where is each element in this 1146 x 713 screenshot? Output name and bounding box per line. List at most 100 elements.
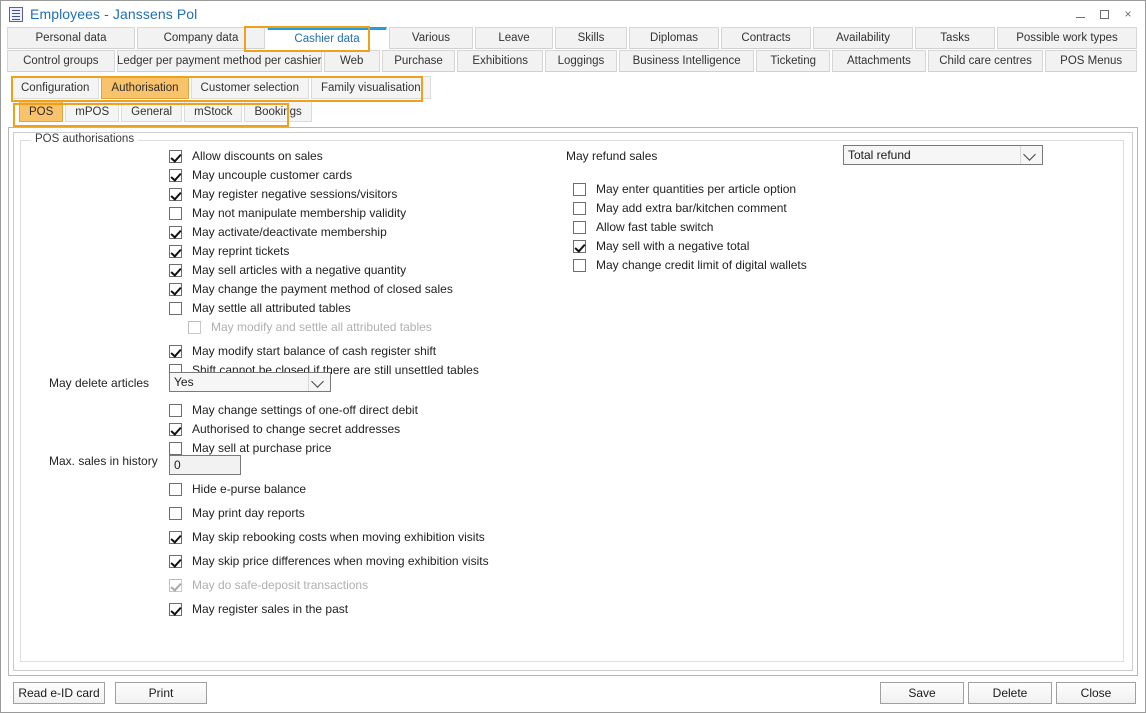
checkbox-row-may-register-sales-in-the-past[interactable]: May register sales in the past [169, 602, 489, 621]
checkbox-row-may-not-manipulate-membership-validity[interactable]: May not manipulate membership validity [169, 206, 479, 225]
tab-label: POS Menus [1060, 55, 1122, 67]
tab-row-primary: Personal dataCompany dataCashier dataVar… [7, 27, 1139, 49]
checkbox-row-may-register-negative-sessions-visitors[interactable]: May register negative sessions/visitors [169, 187, 479, 206]
checkbox-may-modify-start-balance-of-cash-register-shift[interactable] [169, 345, 182, 358]
tab-purchase[interactable]: Purchase [382, 50, 456, 72]
close-button[interactable]: × [1117, 3, 1139, 25]
checkbox-row-may-change-credit-limit-of-digital-wallets[interactable]: May change credit limit of digital walle… [573, 258, 807, 277]
tab-row-secondary: Control groups Ledger per payment method … [7, 50, 1139, 72]
delete-button[interactable]: Delete [968, 682, 1052, 704]
maximize-button[interactable] [1093, 3, 1115, 25]
checkbox-may-activate-deactivate-membership[interactable] [169, 226, 182, 239]
checkbox-label: May sell articles with a negative quanti… [192, 263, 406, 278]
tab-ticketing[interactable]: Ticketing [756, 50, 830, 72]
checkbox-may-change-the-payment-method-of-closed-sales[interactable] [169, 283, 182, 296]
checkbox-authorised-to-change-secret-addresses[interactable] [169, 423, 182, 436]
tab-control-groups[interactable]: Control groups [7, 50, 115, 72]
tab-bookings[interactable]: Bookings [244, 101, 311, 122]
tab-tasks[interactable]: Tasks [915, 27, 995, 49]
tab-leave[interactable]: Leave [475, 27, 553, 49]
checkbox-row-may-sell-articles-with-a-negative-quantity[interactable]: May sell articles with a negative quanti… [169, 263, 479, 282]
checkbox-label: May modify and settle all attributed tab… [211, 320, 432, 335]
tab-attachments[interactable]: Attachments [832, 50, 926, 72]
checkbox-may-print-day-reports[interactable] [169, 507, 182, 520]
checkbox-may-not-manipulate-membership-validity[interactable] [169, 207, 182, 220]
checkbox-may-reprint-tickets[interactable] [169, 245, 182, 258]
tab-pos[interactable]: POS [19, 101, 63, 122]
checkbox-allow-discounts-on-sales[interactable] [169, 150, 182, 163]
checkbox-may-settle-all-attributed-tables[interactable] [169, 302, 182, 315]
checkbox-hide-e-purse-balance[interactable] [169, 483, 182, 496]
checkbox-may-change-settings-of-one-off-direct-debit[interactable] [169, 404, 182, 417]
tab-contracts[interactable]: Contracts [721, 27, 811, 49]
tab-business-intelligence[interactable]: Business Intelligence [619, 50, 754, 72]
tab-availability[interactable]: Availability [813, 27, 913, 49]
checkbox-allow-fast-table-switch[interactable] [573, 221, 586, 234]
tab-configuration[interactable]: Configuration [11, 76, 99, 99]
close-action-button[interactable]: Close [1056, 682, 1136, 704]
tab-child-care-centres[interactable]: Child care centres [928, 50, 1044, 72]
tab-cashier-data[interactable]: Cashier data [267, 27, 387, 49]
tab-possible-work-types[interactable]: Possible work types [997, 27, 1137, 49]
checkbox-row-may-uncouple-customer-cards[interactable]: May uncouple customer cards [169, 168, 479, 187]
checkbox-row-may-sell-with-a-negative-total[interactable]: May sell with a negative total [573, 239, 807, 258]
checkbox-may-sell-at-purchase-price[interactable] [169, 442, 182, 455]
checkbox-may-register-sales-in-the-past[interactable] [169, 603, 182, 616]
footer-bar: Read e-ID card Print Save Delete Close [1, 676, 1145, 712]
tab-label: Attachments [847, 55, 911, 67]
checkbox-row-may-change-settings-of-one-off-direct-debit[interactable]: May change settings of one-off direct de… [169, 403, 418, 422]
checkbox-may-change-credit-limit-of-digital-wallets[interactable] [573, 259, 586, 272]
tab-mpos[interactable]: mPOS [65, 101, 119, 122]
checkbox-may-sell-articles-with-a-negative-quantity[interactable] [169, 264, 182, 277]
tab-exhibitions[interactable]: Exhibitions [457, 50, 543, 72]
tab-various[interactable]: Various [389, 27, 473, 49]
checkbox-label: May sell at purchase price [192, 441, 331, 456]
tab-pos-menus[interactable]: POS Menus [1045, 50, 1137, 72]
checkbox-row-may-settle-all-attributed-tables[interactable]: May settle all attributed tables [169, 301, 479, 320]
may-delete-articles-select[interactable]: Yes [169, 372, 331, 392]
checkbox-may-sell-with-a-negative-total[interactable] [573, 240, 586, 253]
tab-diplomas[interactable]: Diplomas [629, 27, 719, 49]
checkbox-may-skip-price-differences-when-moving-exhibition-visits[interactable] [169, 555, 182, 568]
tab-mstock[interactable]: mStock [184, 101, 242, 122]
checkbox-row-allow-discounts-on-sales[interactable]: Allow discounts on sales [169, 149, 479, 168]
may-refund-sales-select[interactable]: Total refund [843, 145, 1043, 165]
checkbox-row-allow-fast-table-switch[interactable]: Allow fast table switch [573, 220, 807, 239]
max-sales-in-history-input[interactable]: 0 [169, 455, 241, 475]
checkbox-label: May change settings of one-off direct de… [192, 403, 418, 418]
checkbox-may-enter-quantities-per-article-option[interactable] [573, 183, 586, 196]
checkbox-label: Hide e-purse balance [192, 482, 306, 497]
tab-label: Business Intelligence [633, 55, 741, 67]
checkbox-row-may-modify-start-balance-of-cash-register-shift[interactable]: May modify start balance of cash registe… [169, 344, 479, 363]
tab-family-visualisation[interactable]: Family visualisation [311, 76, 431, 99]
tab-personal-data[interactable]: Personal data [7, 27, 135, 49]
tab-loggings[interactable]: Loggings [545, 50, 617, 72]
checkbox-row-may-print-day-reports[interactable]: May print day reports [169, 506, 489, 525]
tab-company-data[interactable]: Company data [137, 27, 265, 49]
checkbox-row-may-skip-rebooking-costs-when-moving-exhibition-visits[interactable]: May skip rebooking costs when moving exh… [169, 530, 489, 549]
checkbox-row-may-change-the-payment-method-of-closed-sales[interactable]: May change the payment method of closed … [169, 282, 479, 301]
save-button[interactable]: Save [880, 682, 964, 704]
checkbox-row-may-do-safe-deposit-transactions: May do safe-deposit transactions [169, 578, 489, 597]
tab-general[interactable]: General [121, 101, 182, 122]
checkbox-row-may-add-extra-bar-kitchen-comment[interactable]: May add extra bar/kitchen comment [573, 201, 807, 220]
minimize-button[interactable] [1069, 3, 1091, 25]
read-eid-card-button[interactable]: Read e-ID card [13, 682, 105, 704]
tab-label: Control groups [23, 55, 98, 67]
checkbox-may-uncouple-customer-cards[interactable] [169, 169, 182, 182]
checkbox-row-may-activate-deactivate-membership[interactable]: May activate/deactivate membership [169, 225, 479, 244]
tab-web[interactable]: Web [324, 50, 380, 72]
tab-authorisation[interactable]: Authorisation [101, 76, 188, 99]
checkbox-may-register-negative-sessions-visitors[interactable] [169, 188, 182, 201]
checkbox-may-skip-rebooking-costs-when-moving-exhibition-visits[interactable] [169, 531, 182, 544]
checkbox-row-may-reprint-tickets[interactable]: May reprint tickets [169, 244, 479, 263]
checkbox-row-hide-e-purse-balance[interactable]: Hide e-purse balance [169, 482, 489, 501]
checkbox-may-add-extra-bar-kitchen-comment[interactable] [573, 202, 586, 215]
tab-customer-selection[interactable]: Customer selection [191, 76, 309, 99]
tab-ledger-per-payment-method-per-cashier[interactable]: Ledger per payment method per cashier [117, 50, 322, 72]
print-button[interactable]: Print [115, 682, 207, 704]
tab-skills[interactable]: Skills [555, 27, 627, 49]
checkbox-row-may-enter-quantities-per-article-option[interactable]: May enter quantities per article option [573, 182, 807, 201]
checkbox-row-may-skip-price-differences-when-moving-exhibition-visits[interactable]: May skip price differences when moving e… [169, 554, 489, 573]
checkbox-row-authorised-to-change-secret-addresses[interactable]: Authorised to change secret addresses [169, 422, 418, 441]
